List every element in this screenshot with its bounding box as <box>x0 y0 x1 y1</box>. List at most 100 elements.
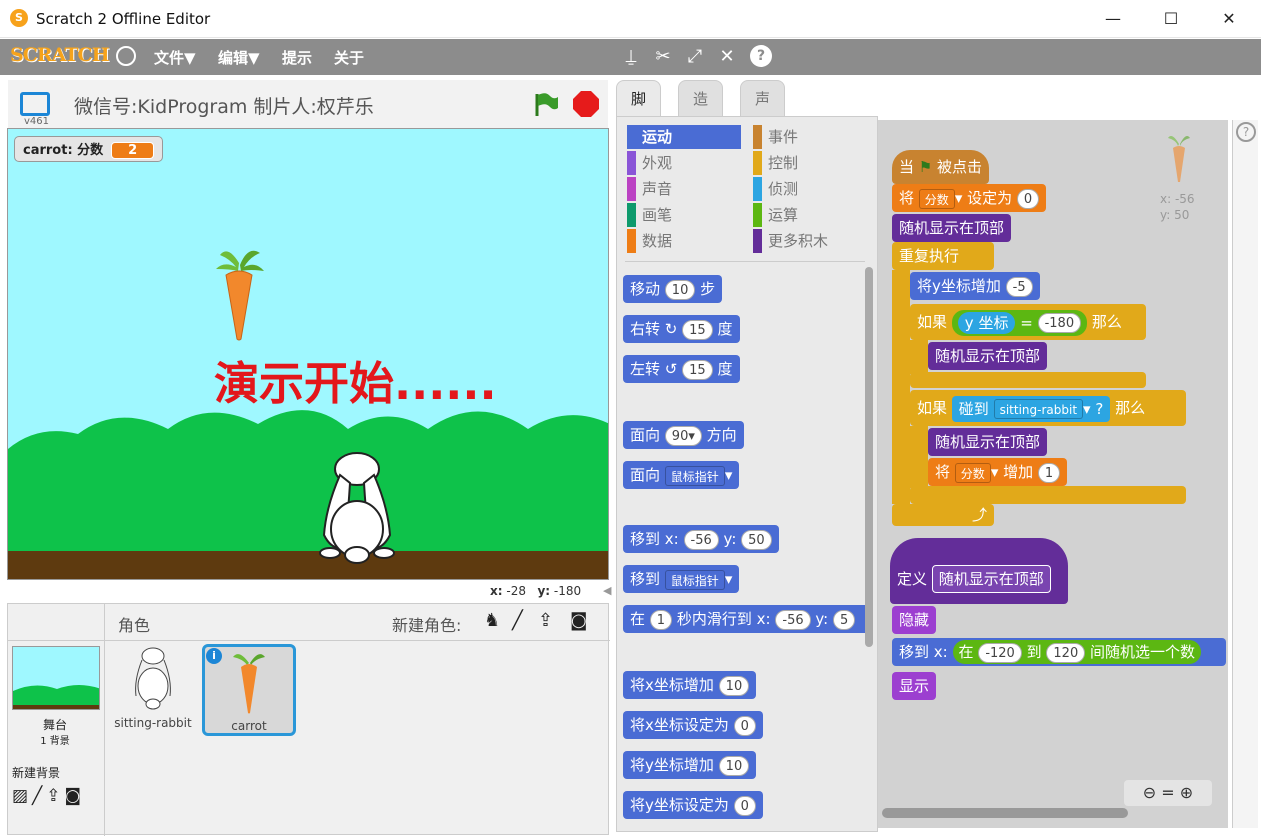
block-point-towards[interactable]: 面向 鼠标指针 ▾ <box>623 461 740 489</box>
rabbit-sprite[interactable] <box>312 447 402 565</box>
block-goto-xy[interactable]: 移到 x: -56 y: 50 <box>623 525 779 553</box>
zoom-reset-icon[interactable]: = <box>1161 783 1174 802</box>
overlay-text: 演示开始...... <box>214 357 497 410</box>
rotate-ccw-icon: ↺ <box>664 360 678 378</box>
category-looks[interactable]: 外观 <box>627 151 672 175</box>
forever-arm <box>892 270 910 504</box>
category-control[interactable]: 控制 <box>753 151 798 175</box>
upload-icon[interactable]: ⇪ <box>538 610 553 631</box>
stop-icon[interactable] <box>572 90 600 118</box>
menu-about[interactable]: 关于 <box>334 47 364 68</box>
category-motion[interactable]: 运动 <box>627 125 741 149</box>
camera-icon[interactable]: ◙ <box>570 610 587 631</box>
green-flag-icon[interactable] <box>532 90 560 118</box>
mouse-coords: x: -28 y: -180 <box>490 584 581 598</box>
block-change-y[interactable]: 将y坐标增加 -5 <box>910 272 1040 300</box>
menu-tips[interactable]: 提示 <box>282 47 312 68</box>
new-backdrop-label: 新建背景 <box>12 766 61 780</box>
sprite-preview <box>1168 136 1190 182</box>
sprite-thumb-rabbit[interactable]: sitting-rabbit <box>106 644 200 736</box>
sprite-pane: 角色 新建角色: ♞ ╱ ⇪ ◙ 舞台 1 背景 新建背景 ▨╱⇪◙ sitti… <box>7 603 610 836</box>
category-sound[interactable]: 声音 <box>627 177 672 201</box>
tab-costumes[interactable]: 造型 <box>678 80 724 144</box>
category-operators[interactable]: 运算 <box>753 203 798 227</box>
forever-block[interactable]: 重复执行 <box>892 242 994 270</box>
menu-file[interactable]: 文件▼ <box>154 47 196 68</box>
duplicate-icon[interactable]: ⍊ <box>620 46 642 67</box>
stage-thumbnail[interactable] <box>12 646 100 710</box>
collapse-stage-arrow-icon[interactable]: ◀ <box>603 584 611 597</box>
category-more-blocks[interactable]: 更多积木 <box>753 229 828 253</box>
backdrop-tools[interactable]: ▨╱⇪◙ <box>12 786 85 806</box>
block-change-var[interactable]: 将 分数 ▾ 增加 1 <box>928 458 1068 486</box>
variable-monitor[interactable]: carrot: 分数 2 <box>14 136 164 162</box>
block-set-y[interactable]: 将y坐标设定为 0 <box>623 791 763 819</box>
define-block[interactable]: 定义 随机显示在顶部 <box>890 538 1068 604</box>
scripts-area[interactable]: x: -56 y: 50 当 ⚑ 被点击 将 分数 ▾ 设定为 0 随机显示在顶部… <box>878 120 1228 828</box>
menu-bar: SCRATCH 文件▼ 编辑▼ 提示 关于 ⍊ ✂ ⤢ ✕ ? <box>0 39 1261 75</box>
block-glide[interactable]: 在 1 秒内滑行到 x: -56 y: 5 <box>623 605 873 633</box>
coord-y-label: y: <box>537 584 551 598</box>
block-palette: 运动 外观 声音 画笔 数据 事件 控制 侦测 运算 更多积木 移动 10 步 … <box>616 116 878 832</box>
zoom-out-icon[interactable]: ⊖ <box>1143 783 1156 802</box>
coord-x-value: -28 <box>506 584 526 598</box>
info-icon[interactable]: i <box>206 648 222 664</box>
category-sensing[interactable]: 侦测 <box>753 177 798 201</box>
if-block-2[interactable]: 如果 碰到 sitting-rabbit ▾ ? 那么 <box>910 390 1186 426</box>
block-turn-left[interactable]: 左转 ↺ 15 度 <box>623 355 740 383</box>
sprites-header: 角色 <box>118 616 151 635</box>
scripts-scrollbar[interactable] <box>882 808 1128 818</box>
call-random-top[interactable]: 随机显示在顶部 <box>892 214 1012 242</box>
carrot-sprite[interactable] <box>210 245 268 341</box>
language-globe-icon[interactable] <box>116 46 136 66</box>
if-arm <box>910 340 928 374</box>
minimize-button[interactable]: — <box>1084 0 1142 38</box>
sprite-y: y: 50 <box>1160 208 1190 222</box>
category-pen[interactable]: 画笔 <box>627 203 672 227</box>
fullscreen-icon[interactable] <box>20 92 50 116</box>
block-set-x[interactable]: 将x坐标设定为 0 <box>623 711 763 739</box>
hat-flag-clicked[interactable]: 当 ⚑ 被点击 <box>892 150 990 184</box>
call-random-top[interactable]: 随机显示在顶部 <box>928 428 1048 456</box>
block-goto[interactable]: 移到 鼠标指针 ▾ <box>623 565 740 593</box>
project-title[interactable]: 微信号:KidProgram 制片人:权芹乐 <box>74 92 374 119</box>
block-change-x[interactable]: 将x坐标增加 10 <box>623 671 757 699</box>
paint-brush-icon[interactable]: ╱ <box>512 610 523 631</box>
stage-canvas[interactable]: carrot: 分数 2 演示开始...... <box>7 128 609 580</box>
zoom-in-icon[interactable]: ⊕ <box>1180 783 1193 802</box>
coord-x-label: x: <box>490 584 503 598</box>
category-events[interactable]: 事件 <box>753 125 798 149</box>
block-change-y[interactable]: 将y坐标增加 10 <box>623 751 757 779</box>
palette-scrollbar[interactable] <box>865 267 873 647</box>
category-data[interactable]: 数据 <box>627 229 672 253</box>
block-turn-right[interactable]: 右转 ↻ 15 度 <box>623 315 740 343</box>
call-random-top[interactable]: 随机显示在顶部 <box>928 342 1048 370</box>
sprite-name: carrot <box>231 719 267 733</box>
block-set-var[interactable]: 将 分数 ▾ 设定为 0 <box>892 184 1047 212</box>
close-button[interactable]: ✕ <box>1200 0 1258 38</box>
block-move[interactable]: 移动 10 步 <box>623 275 723 303</box>
tab-scripts[interactable]: 脚本 <box>616 80 662 144</box>
block-hide[interactable]: 隐藏 <box>892 606 937 634</box>
block-point-direction[interactable]: 面向 90▾ 方向 <box>623 421 744 449</box>
if-block-1[interactable]: 如果 y 坐标 = -180 那么 <box>910 304 1146 340</box>
stage-label: 舞台 <box>42 718 67 732</box>
sprite-thumb-carrot[interactable]: i carrot <box>202 644 296 736</box>
maximize-button[interactable]: ☐ <box>1142 0 1200 38</box>
divider <box>625 261 865 262</box>
forever-end: ⤴ <box>892 504 994 526</box>
sprite-library-icon[interactable]: ♞ <box>484 610 500 631</box>
shrink-icon[interactable]: ✕ <box>716 46 738 67</box>
delete-icon[interactable]: ✂ <box>652 46 674 67</box>
block-goto-random[interactable]: 移到 x: 在 -120 到 120 间随机选一个数 <box>892 638 1226 666</box>
scratch-logo[interactable]: SCRATCH <box>10 44 110 70</box>
tab-sounds[interactable]: 声音 <box>740 80 786 144</box>
if-arm <box>910 426 928 488</box>
divider <box>8 640 610 641</box>
grow-icon[interactable]: ⤢ <box>684 46 706 67</box>
block-show[interactable]: 显示 <box>892 672 937 700</box>
help-icon[interactable]: ? <box>1236 122 1256 142</box>
help-icon[interactable]: ? <box>750 45 772 67</box>
version-label: v461 <box>24 116 50 127</box>
menu-edit[interactable]: 编辑▼ <box>218 47 260 68</box>
